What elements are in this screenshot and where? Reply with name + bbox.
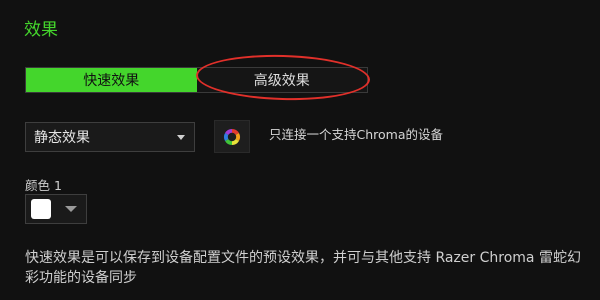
effect-mode-toggle: 快速效果 高级效果 bbox=[25, 67, 368, 93]
effect-select-dropdown[interactable]: 静态效果 bbox=[25, 122, 195, 152]
color-swatch bbox=[31, 199, 51, 219]
chroma-icon bbox=[223, 128, 241, 145]
chevron-down-icon bbox=[65, 206, 77, 212]
color-1-picker[interactable] bbox=[25, 194, 87, 224]
effect-select-value: 静态效果 bbox=[34, 130, 90, 146]
section-title: 效果 bbox=[24, 20, 58, 40]
chevron-down-icon bbox=[177, 135, 185, 140]
color-1-label: 颜色 1 bbox=[25, 178, 62, 193]
quick-effects-tab[interactable]: 快速效果 bbox=[26, 68, 197, 92]
chroma-sync-button[interactable] bbox=[214, 120, 250, 153]
chroma-device-note: 只连接一个支持Chroma的设备 bbox=[269, 127, 443, 142]
quick-effects-description: 快速效果是可以保存到设备配置文件的预设效果，并可与其他支持 Razer Chro… bbox=[25, 250, 581, 286]
advanced-effects-tab[interactable]: 高级效果 bbox=[196, 68, 367, 92]
